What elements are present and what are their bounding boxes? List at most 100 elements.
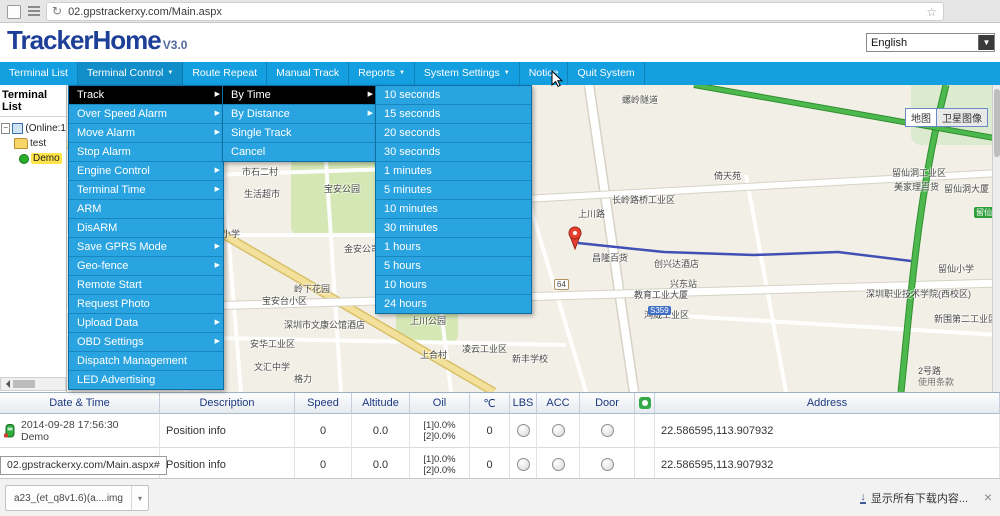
- col-header-datetime[interactable]: Date & Time: [0, 393, 160, 414]
- menu-item-10-hours[interactable]: 10 hours: [376, 276, 531, 295]
- menu-item-engine-control[interactable]: Engine Control▶: [69, 162, 223, 181]
- chevron-down-icon[interactable]: ▼: [978, 35, 994, 50]
- menu-item-24-hours[interactable]: 24 hours: [376, 295, 531, 313]
- cell-address: 22.586595,113.907932: [655, 448, 1000, 482]
- tree-item-demo[interactable]: Demo: [0, 151, 66, 166]
- scrollbar-thumb[interactable]: [13, 380, 35, 388]
- menu-item-track[interactable]: Track▶: [69, 86, 223, 105]
- col-header-speed[interactable]: Speed: [295, 393, 352, 414]
- chevron-down-icon: ▼: [504, 62, 510, 85]
- menu-item-arm[interactable]: ARM: [69, 200, 223, 219]
- menu-item-label: 1 hours: [384, 241, 421, 253]
- menu-item-label: 24 hours: [384, 298, 427, 310]
- reload-icon[interactable]: ↻: [52, 4, 62, 19]
- tree-item-online-1[interactable]: −(Online:1: [0, 121, 66, 136]
- menu-item-save-gprs-mode[interactable]: Save GPRS Mode▶: [69, 238, 223, 257]
- tree-item-test[interactable]: test: [0, 136, 66, 151]
- col-header-door[interactable]: Door: [580, 393, 635, 414]
- menu-item-5-minutes[interactable]: 5 minutes: [376, 181, 531, 200]
- nav-item-reports[interactable]: Reports▼: [349, 62, 415, 85]
- oil-line-2: [2]0.0%: [423, 431, 455, 442]
- chevron-down-icon: ▼: [167, 62, 173, 85]
- cell-speed: 0: [295, 414, 352, 448]
- nav-item-terminal-control[interactable]: Terminal Control▼: [78, 62, 183, 85]
- datetime-text: 2014-09-28 17:56:30Demo: [21, 419, 119, 443]
- menu-item-1-minutes[interactable]: 1 minutes: [376, 162, 531, 181]
- menu-item-1-hours[interactable]: 1 hours: [376, 238, 531, 257]
- chevron-down-icon[interactable]: ▾: [131, 486, 148, 510]
- col-header-acc[interactable]: ACC: [537, 393, 580, 414]
- vertical-scrollbar[interactable]: [992, 85, 1000, 392]
- nav-item-system-settings[interactable]: System Settings▼: [415, 62, 520, 85]
- menu-item-request-photo[interactable]: Request Photo: [69, 295, 223, 314]
- badge-blue: S359: [648, 306, 671, 315]
- browser-menu-icon[interactable]: [28, 6, 40, 16]
- lbs-radio[interactable]: [517, 424, 530, 437]
- menu-item-single-track[interactable]: Single Track: [223, 124, 376, 143]
- menu-item-geo-fence[interactable]: Geo-fence▶: [69, 257, 223, 276]
- geo-icon: [639, 397, 651, 409]
- menu-item-cancel[interactable]: Cancel: [223, 143, 376, 161]
- app-header: TrackerHomeV3.0 English ▼: [0, 22, 1000, 62]
- menu-item-over-speed-alarm[interactable]: Over Speed Alarm▶: [69, 105, 223, 124]
- download-item[interactable]: a23_(et_q8v1.6)(a....img ▾: [5, 485, 149, 511]
- acc-radio[interactable]: [552, 424, 565, 437]
- by-time-submenu: 10 seconds15 seconds20 seconds30 seconds…: [375, 85, 532, 314]
- collapse-icon[interactable]: −: [1, 123, 10, 134]
- menu-item-10-seconds[interactable]: 10 seconds: [376, 86, 531, 105]
- menu-item-dispatch-management[interactable]: Dispatch Management: [69, 352, 223, 371]
- menu-item-move-alarm[interactable]: Move Alarm▶: [69, 124, 223, 143]
- map-label: 宝安台小区: [262, 294, 307, 307]
- menu-item-remote-start[interactable]: Remote Start: [69, 276, 223, 295]
- col-header-lbs[interactable]: LBS: [510, 393, 537, 414]
- menu-item-disarm[interactable]: DisARM: [69, 219, 223, 238]
- menu-item-30-seconds[interactable]: 30 seconds: [376, 143, 531, 162]
- menu-item-terminal-time[interactable]: Terminal Time▶: [69, 181, 223, 200]
- menu-item-obd-settings[interactable]: OBD Settings▶: [69, 333, 223, 352]
- close-shelf-icon[interactable]: ×: [984, 489, 992, 505]
- address-bar[interactable]: ↻ 02.gpstrackerxy.com/Main.aspx ☆: [46, 2, 944, 21]
- col-header-oil[interactable]: Oil: [410, 393, 470, 414]
- map-terms-link[interactable]: 使用条款: [918, 375, 954, 388]
- cell-description: Position info: [160, 448, 295, 482]
- menu-item-30-minutes[interactable]: 30 minutes: [376, 219, 531, 238]
- lbs-radio[interactable]: [517, 458, 530, 471]
- nav-item-quit-system[interactable]: Quit System: [568, 62, 644, 85]
- language-value: English: [867, 37, 978, 49]
- menu-item-5-hours[interactable]: 5 hours: [376, 257, 531, 276]
- col-header-icon[interactable]: [635, 393, 655, 414]
- menu-item-led-advertising[interactable]: LED Advertising: [69, 371, 223, 389]
- col-header-description[interactable]: Description: [160, 393, 295, 414]
- col-header-address[interactable]: Address: [655, 393, 1000, 414]
- col-header-temperature[interactable]: ℃: [470, 393, 510, 414]
- menu-item-upload-data[interactable]: Upload Data▶: [69, 314, 223, 333]
- nav-item-route-repeat[interactable]: Route Repeat: [183, 62, 267, 85]
- nav-item-terminal-list[interactable]: Terminal List: [0, 62, 78, 85]
- track-submenu: By Time▶By Distance▶Single TrackCancel: [222, 85, 377, 162]
- menu-item-15-seconds[interactable]: 15 seconds: [376, 105, 531, 124]
- oil-line-1: [1]0.0%: [423, 420, 455, 431]
- menu-item-by-distance[interactable]: By Distance▶: [223, 105, 376, 124]
- menu-item-stop-alarm[interactable]: Stop Alarm: [69, 143, 223, 162]
- menu-item-label: Save GPRS Mode: [77, 241, 167, 253]
- browser-tab-icon[interactable]: [7, 5, 21, 19]
- scrollbar-thumb[interactable]: [994, 89, 1000, 157]
- menu-item-10-minutes[interactable]: 10 minutes: [376, 200, 531, 219]
- sidebar-horizontal-scrollbar[interactable]: [0, 377, 66, 391]
- show-all-downloads-button[interactable]: ↓ 显示所有下载内容...: [860, 479, 968, 516]
- bookmark-star-icon[interactable]: ☆: [926, 5, 937, 19]
- door-radio[interactable]: [601, 458, 614, 471]
- scroll-left-icon[interactable]: [2, 380, 10, 388]
- table-row[interactable]: 2014-09-28 17:56:30DemoPosition info00.0…: [0, 414, 1000, 448]
- map-mode-item[interactable]: 卫星图像: [936, 108, 988, 127]
- map-mode-controls: 地图卫星图像: [905, 108, 988, 127]
- menu-item-by-time[interactable]: By Time▶: [223, 86, 376, 105]
- language-select[interactable]: English ▼: [866, 33, 995, 52]
- nav-item-manual-track[interactable]: Manual Track: [267, 62, 349, 85]
- col-header-altitude[interactable]: Altitude: [352, 393, 410, 414]
- map-mode-item[interactable]: 地图: [905, 108, 936, 127]
- door-radio[interactable]: [601, 424, 614, 437]
- menu-item-20-seconds[interactable]: 20 seconds: [376, 124, 531, 143]
- acc-radio[interactable]: [552, 458, 565, 471]
- menu-item-label: 1 minutes: [384, 165, 432, 177]
